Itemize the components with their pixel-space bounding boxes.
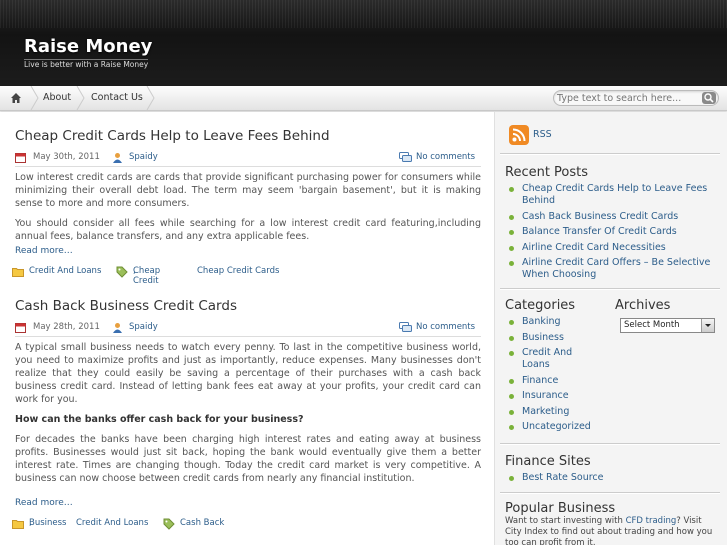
divider <box>500 492 720 493</box>
site-title[interactable]: Raise Money <box>24 36 152 57</box>
post-paragraph: You should consider all fees while searc… <box>15 218 481 242</box>
popular-business-text: Want to start investing with CFD trading… <box>505 516 713 545</box>
recent-posts-heading: Recent Posts <box>505 165 589 180</box>
list-item[interactable]: Banking <box>506 316 606 328</box>
nav-separator <box>76 86 85 110</box>
archives-heading: Archives <box>615 298 671 313</box>
rss-icon[interactable] <box>509 125 529 145</box>
post-excerpt: A typical small business needs to watch … <box>15 341 481 485</box>
list-item[interactable]: Airline Credit Card Necessities <box>506 242 716 254</box>
cfd-trading-link[interactable]: CFD trading <box>626 516 677 526</box>
post-paragraph: For decades the banks have been charging… <box>15 434 481 484</box>
folder-icon <box>12 520 24 529</box>
divider <box>500 153 720 154</box>
comments-link[interactable]: No comments <box>416 322 475 332</box>
search-button[interactable] <box>702 92 716 104</box>
post-author[interactable]: Spaidy <box>129 152 158 162</box>
search-icon <box>704 93 714 103</box>
popular-business-heading: Popular Business <box>505 501 616 516</box>
search-input[interactable] <box>557 92 697 104</box>
list-item[interactable]: Airline Credit Card Offers – Be Selectiv… <box>506 257 716 281</box>
divider <box>500 443 720 444</box>
main-content: Cheap Credit Cards Help to Leave Fees Be… <box>0 112 494 545</box>
post-meta: May 30th, 2011 Spaidy No comments <box>15 151 481 167</box>
list-item[interactable]: Cheap Credit Cards Help to Leave Fees Be… <box>506 183 716 207</box>
list-item[interactable]: Best Rate Source <box>506 472 716 484</box>
site-description: Live is better with a Raise Money <box>24 59 149 69</box>
post-paragraph: A typical small business needs to watch … <box>15 342 481 405</box>
calendar-icon <box>15 153 26 163</box>
chevron-down-icon <box>701 319 714 332</box>
list-item[interactable]: Finance <box>506 375 606 387</box>
comments-icon <box>399 322 412 332</box>
home-icon[interactable] <box>6 86 26 110</box>
post-author[interactable]: Spaidy <box>129 322 158 332</box>
site-header: Raise Money Live is better with a Raise … <box>0 0 727 86</box>
comments-icon <box>399 152 412 162</box>
list-item[interactable]: Business <box>506 332 606 344</box>
comments-link[interactable]: No comments <box>416 152 475 162</box>
list-item[interactable]: Balance Transfer Of Credit Cards <box>506 226 716 238</box>
tag-link[interactable]: Cash Back <box>180 518 224 528</box>
calendar-icon <box>15 323 26 333</box>
category-link[interactable]: Business, <box>29 518 66 528</box>
user-icon <box>113 153 122 163</box>
user-icon <box>113 323 122 333</box>
nav-item-about[interactable]: About <box>43 86 71 110</box>
categories-heading: Categories <box>505 298 576 313</box>
tag-link[interactable]: Cheap Credit Cards <box>197 266 279 276</box>
list-item[interactable]: Uncategorized <box>506 421 606 433</box>
tag-icon <box>163 518 175 530</box>
post-taxonomy: Business, Credit And Loans Cash Back <box>12 518 482 530</box>
post-taxonomy: Credit And Loans Cheap Credit, Cheap Cre… <box>12 266 482 286</box>
archives-selected: Select Month <box>624 320 680 330</box>
post-date: May 30th, 2011 <box>33 152 100 162</box>
nav-item-contact-us[interactable]: Contact Us <box>91 86 143 110</box>
archives-dropdown[interactable]: Select Month <box>620 318 715 333</box>
post-excerpt: Low interest credit cards are cards that… <box>15 171 481 243</box>
recent-posts-list: Cheap Credit Cards Help to Leave Fees Be… <box>506 183 716 285</box>
post-title[interactable]: Cheap Credit Cards Help to Leave Fees Be… <box>15 128 330 144</box>
post-paragraph: Low interest credit cards are cards that… <box>15 172 481 209</box>
list-item[interactable]: Insurance <box>506 390 606 402</box>
list-item[interactable]: Cash Back Business Credit Cards <box>506 211 716 223</box>
divider <box>500 288 720 289</box>
list-item[interactable]: Credit And Loans <box>506 347 586 371</box>
post-date: May 28th, 2011 <box>33 322 100 332</box>
read-more-link[interactable]: Read more… <box>15 246 73 256</box>
finance-sites-list: Best Rate Source <box>506 472 716 488</box>
rss-link[interactable]: RSS <box>533 129 552 140</box>
categories-list: Banking Business Credit And Loans Financ… <box>506 316 606 437</box>
nav-separator <box>30 86 39 110</box>
finance-sites-heading: Finance Sites <box>505 454 591 469</box>
list-item[interactable]: Marketing <box>506 406 606 418</box>
read-more-link[interactable]: Read more… <box>15 498 73 508</box>
post-meta: May 28th, 2011 Spaidy No comments <box>15 321 481 337</box>
tag-link[interactable]: Cheap Credit, <box>133 266 160 286</box>
tag-icon <box>116 266 128 278</box>
search-box <box>553 90 719 106</box>
post-title[interactable]: Cash Back Business Credit Cards <box>15 298 237 314</box>
folder-icon <box>12 268 24 277</box>
category-link[interactable]: Credit And Loans <box>29 266 101 276</box>
post-subheading: How can the banks offer cash back for yo… <box>15 414 304 425</box>
nav-separator <box>146 86 155 110</box>
category-link[interactable]: Credit And Loans <box>76 518 148 528</box>
